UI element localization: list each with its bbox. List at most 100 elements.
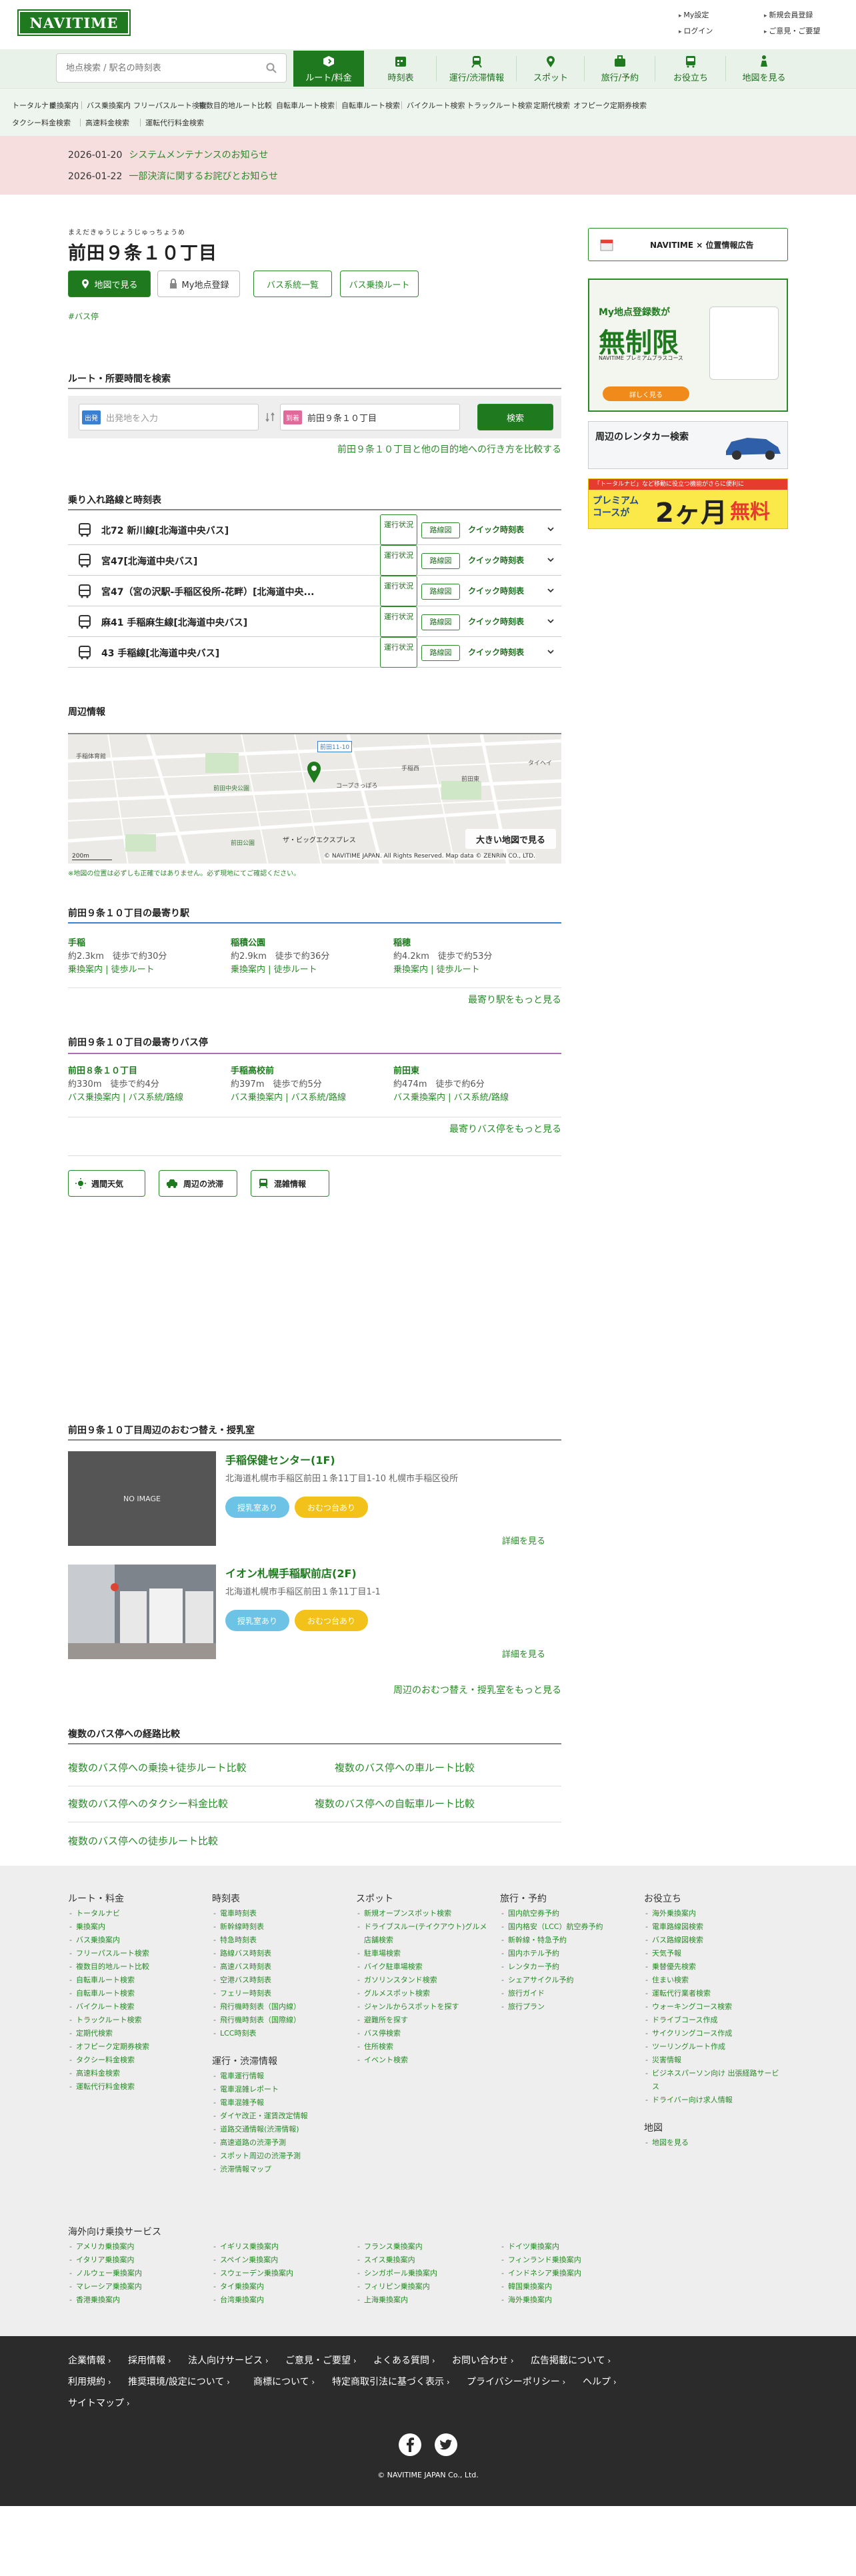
more-nursing-link[interactable]: 周辺のおむつ替え・授乳室をもっと見る: [393, 1683, 561, 1696]
bottom-link[interactable]: 商標について: [253, 2375, 315, 2388]
route-search-button[interactable]: 検索: [477, 404, 553, 430]
footer-link[interactable]: ドライブスルー(テイクアウト)グルメ店舗検索: [356, 1920, 489, 1947]
route-map-button[interactable]: 路線図: [421, 645, 460, 661]
footer-link[interactable]: インドネシア乗換案内: [500, 2267, 633, 2280]
facebook-icon[interactable]: [399, 2433, 421, 2456]
nav-route-fare[interactable]: ルート/料金: [293, 51, 364, 87]
bottom-link[interactable]: ヘルプ: [583, 2375, 617, 2388]
footer-link[interactable]: イベント検索: [356, 2054, 489, 2067]
footer-link[interactable]: ドライブコース作成: [644, 2014, 784, 2027]
subnav-link[interactable]: 定期代検索: [533, 100, 570, 111]
nearby-map[interactable]: 前田11-10 手稲体育館 前田中央公園 コープさっぽろ 手稲西 前田東 タイヘ…: [68, 733, 561, 864]
bottom-link[interactable]: ご意見・ご要望: [285, 2353, 357, 2367]
footer-link[interactable]: ジャンルからスポットを探す: [356, 2000, 489, 2014]
footer-link[interactable]: 駐車場検索: [356, 1947, 489, 1960]
footer-link[interactable]: サイクリングコース作成: [644, 2027, 784, 2040]
from-field[interactable]: 出発 出発地を入力: [79, 404, 259, 430]
more-stations-link[interactable]: 最寄り駅をもっと見る: [468, 993, 561, 1006]
footer-link[interactable]: 住まい検索: [644, 1974, 784, 1987]
footer-link[interactable]: 自転車ルート検索: [68, 1974, 201, 1987]
bottom-link[interactable]: よくある質問: [373, 2353, 435, 2367]
footer-link[interactable]: ダイヤ改正・運賃改定情報: [212, 2110, 345, 2123]
footer-link[interactable]: イギリス乗換案内: [212, 2240, 345, 2254]
footer-link[interactable]: バス停検索: [356, 2027, 489, 2040]
map-view-button[interactable]: 地図で見る: [68, 271, 151, 297]
footer-link[interactable]: 新規オープンスポット検索: [356, 1907, 489, 1920]
footer-link[interactable]: バイクルート検索: [68, 2000, 201, 2014]
bus-stop-name-link[interactable]: 手稲高校前: [231, 1065, 384, 1078]
footer-link[interactable]: トラックルート検索: [68, 2014, 201, 2027]
bottom-link[interactable]: お問い合わせ: [452, 2353, 514, 2367]
hashtag-link[interactable]: #バス停: [68, 311, 99, 322]
station-name-link[interactable]: 稲穂: [393, 937, 547, 950]
footer-link[interactable]: フリーパスルート検索: [68, 1947, 201, 1960]
sub-links[interactable]: 乗換案内 | 徒歩ルート: [231, 964, 384, 977]
footer-link[interactable]: 電車時刻表: [212, 1907, 345, 1920]
quick-timetable-button[interactable]: クイック時刻表: [468, 554, 524, 566]
bottom-link[interactable]: 採用情報: [128, 2353, 171, 2367]
swap-icon[interactable]: [265, 412, 275, 422]
chevron-down-icon[interactable]: [547, 586, 555, 594]
footer-link[interactable]: オフピーク定期券検索: [68, 2040, 201, 2054]
subnav-link[interactable]: 運転代行料金検索: [145, 117, 204, 128]
footer-link[interactable]: ドイツ乗換案内: [500, 2240, 633, 2254]
footer-link[interactable]: 住所検索: [356, 2040, 489, 2054]
sub-links[interactable]: バス乗換案内 | バス系統/路線: [231, 1091, 384, 1105]
footer-link[interactable]: スイス乗換案内: [356, 2254, 489, 2267]
premium-ad[interactable]: My地点登録数が 無制限 NAVITIME プレミアムプラスコース 詳しく見る: [588, 279, 788, 412]
chevron-down-icon[interactable]: [547, 525, 555, 533]
my-spot-button[interactable]: My地点登録: [157, 271, 240, 297]
footer-link[interactable]: 電車混雑予報: [212, 2096, 345, 2110]
footer-link[interactable]: 新幹線時刻表: [212, 1920, 345, 1934]
footer-link[interactable]: 国内格安（LCC）航空券予約: [500, 1920, 633, 1934]
footer-link[interactable]: 乗替優先検索: [644, 1960, 784, 1974]
footer-link[interactable]: 避難所を探す: [356, 2014, 489, 2027]
footer-link[interactable]: シェアサイクル予約: [500, 1974, 633, 1987]
rental-car-ad[interactable]: 周辺のレンタカー検索: [588, 421, 788, 469]
compare-car-link[interactable]: 複数のバス停への車ルート比較: [335, 1760, 475, 1774]
footer-link[interactable]: トータルナビ: [68, 1907, 201, 1920]
operation-status-button[interactable]: 運行状況: [380, 576, 417, 606]
twitter-icon[interactable]: [435, 2433, 457, 2456]
footer-link[interactable]: 高速料金検索: [68, 2067, 201, 2080]
footer-link[interactable]: スウェーデン乗換案内: [212, 2267, 345, 2280]
footer-link[interactable]: 国内ホテル予約: [500, 1947, 633, 1960]
congestion-button[interactable]: 混雑情報: [251, 1170, 329, 1197]
notice-link[interactable]: 一部決済に関するお詫びとお知らせ: [129, 171, 278, 182]
footer-link[interactable]: 海外乗換案内: [500, 2293, 633, 2307]
sub-links[interactable]: バス乗換案内 | バス系統/路線: [68, 1091, 221, 1105]
subnav-link[interactable]: オフピーク定期券検索: [573, 100, 647, 111]
quick-timetable-button[interactable]: クイック時刻表: [468, 585, 524, 596]
footer-link[interactable]: 渋滞情報マップ: [212, 2163, 345, 2176]
footer-link[interactable]: 国内航空券予約: [500, 1907, 633, 1920]
footer-link[interactable]: バス路線図検索: [644, 1934, 784, 1947]
footer-link[interactable]: スポット周辺の渋滞予測: [212, 2150, 345, 2163]
login-link[interactable]: ログイン: [679, 25, 713, 36]
footer-link[interactable]: グルメスポット検索: [356, 1987, 489, 2000]
sub-links[interactable]: 乗換案内 | 徒歩ルート: [68, 964, 221, 977]
bus-list-button[interactable]: バス系統一覧: [253, 271, 332, 297]
footer-link[interactable]: 空港バス時刻表: [212, 1974, 345, 1987]
subnav-link[interactable]: 自転車ルート検索: [276, 100, 335, 111]
route-map-button[interactable]: 路線図: [421, 614, 460, 630]
feedback-link[interactable]: ご意見・ご要望: [764, 25, 820, 36]
footer-link[interactable]: 運転代行料金検索: [68, 2080, 201, 2094]
footer-link[interactable]: 運転代行業者検索: [644, 1987, 784, 2000]
footer-link[interactable]: 道路交通情報(渋滞情報): [212, 2123, 345, 2136]
subnav-link[interactable]: 自転車ルート検索: [341, 100, 400, 111]
footer-link[interactable]: アメリカ乗換案内: [68, 2240, 201, 2254]
nav-travel[interactable]: 旅行/予約: [585, 51, 655, 87]
station-name-link[interactable]: 手稲: [68, 937, 221, 950]
footer-link[interactable]: 香港乗換案内: [68, 2293, 201, 2307]
location-ad-banner[interactable]: NAVITIME × 位置情報広告: [588, 228, 788, 261]
bottom-link[interactable]: 推奨環境/設定について: [128, 2375, 230, 2388]
footer-link[interactable]: 韓国乗換案内: [500, 2280, 633, 2293]
subnav-link[interactable]: バイクルート検索: [407, 100, 465, 111]
footer-link[interactable]: 自転車ルート検索: [68, 1987, 201, 2000]
subnav-link[interactable]: 複数目的地ルート比較: [199, 100, 272, 111]
nav-spot[interactable]: スポット: [517, 51, 584, 87]
bus-stop-name-link[interactable]: 前田東: [393, 1065, 547, 1078]
bus-route-button[interactable]: バス乗換ルート: [340, 271, 419, 297]
footer-link[interactable]: 高速道路の渋滞予測: [212, 2136, 345, 2150]
more-bus-stops-link[interactable]: 最寄りバス停をもっと見る: [449, 1122, 561, 1135]
